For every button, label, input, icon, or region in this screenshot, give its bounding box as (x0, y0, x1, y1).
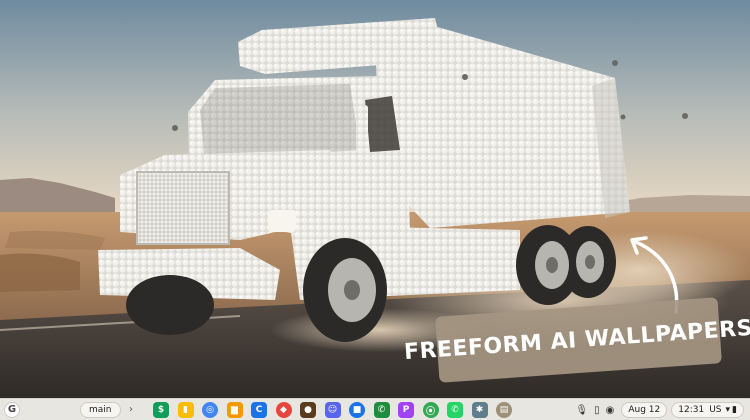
phone-hub-icon[interactable]: ▯ (594, 405, 600, 416)
calendar-app-icon[interactable]: C (251, 402, 267, 418)
desk-button[interactable]: main (80, 402, 121, 418)
chrome-app-icon[interactable]: ◎ (202, 402, 218, 418)
battery-icon: ▮ (732, 405, 737, 415)
sheets-app-icon[interactable]: $ (153, 402, 169, 418)
whatsapp-app-icon[interactable]: ✆ (447, 402, 463, 418)
photos-app-icon[interactable]: ✱ (471, 402, 488, 418)
wallpaper-app-icon[interactable]: ▤ (496, 402, 512, 418)
analytics-app-icon[interactable]: ▆ (226, 402, 243, 418)
keep-app-icon[interactable]: ▮ (177, 402, 194, 418)
launcher-icon[interactable]: G (4, 401, 20, 418)
desk-next-icon[interactable]: › (129, 402, 133, 418)
shelf-apps: $ ▮ ◎ ▆ C ◆ ● ☺ ■ ✆ P ⦿ ✆ ✱ ▤ (153, 402, 521, 418)
desk-label: main (89, 405, 112, 415)
system-tray[interactable]: 12:31 US ▾ ▮ (671, 402, 744, 418)
date-text: Aug 12 (628, 405, 661, 415)
slides-app-icon[interactable]: ◆ (275, 402, 292, 418)
phone-app-icon[interactable]: ✆ (373, 402, 390, 418)
discord-app-icon[interactable]: ☺ (324, 402, 341, 418)
date-tray[interactable]: Aug 12 (621, 402, 668, 418)
maps-app-icon[interactable]: ⦿ (422, 402, 439, 418)
messages-app-icon[interactable]: ■ (349, 402, 365, 418)
game-app-icon[interactable]: ● (300, 402, 316, 418)
locale-text: US (709, 405, 722, 415)
time-text: 12:31 (678, 405, 705, 415)
shelf: G main › $ ▮ ◎ ▆ C ◆ ● ☺ ■ ✆ P ⦿ ✆ ✱ ▤ 🎙 ▯ ◉ Aug 12 12… (0, 398, 750, 420)
podcast-app-icon[interactable]: P (398, 402, 414, 418)
vpn-icon[interactable]: ◉ (606, 405, 615, 416)
caption-text: FREEFORM AI WALLPAPERS (403, 315, 750, 365)
wifi-icon: ▾ (725, 405, 731, 415)
status-tray: 🎙 ▯ ◉ Aug 12 12:31 US ▾ ▮ (572, 402, 744, 418)
microphone-icon[interactable]: 🎙 (575, 405, 588, 416)
desktop-wallpaper: FREEFORM AI WALLPAPERS (0, 0, 750, 398)
